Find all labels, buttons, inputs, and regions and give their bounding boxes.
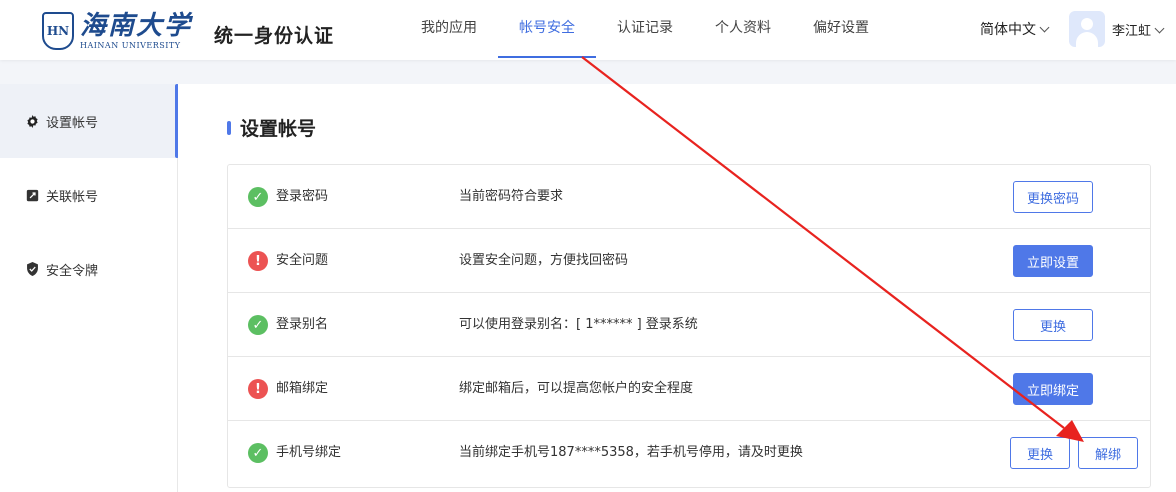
sidebar-item-account-settings[interactable]: 设置帐号 — [0, 84, 179, 158]
change-phone-button[interactable]: 更换 — [1010, 437, 1070, 469]
page-title: 设置帐号 — [227, 114, 316, 141]
language-label: 简体中文 — [980, 22, 1036, 38]
link-icon — [25, 188, 39, 202]
logo-text: 海南大学 HAINAN UNIVERSITY — [80, 11, 192, 51]
university-logo[interactable]: HN 海南大学 HAINAN UNIVERSITY — [42, 10, 192, 52]
list-item-login-alias: ✓ 登录别名 可以使用登录别名：[ 1****** ] 登录系统 更换 — [228, 293, 1150, 357]
nav-tab-profile[interactable]: 个人资料 — [694, 0, 792, 58]
row-label: 安全问题 — [276, 253, 329, 268]
row-description: 绑定邮箱后，可以提高您帐户的安全程度 — [459, 381, 694, 396]
sidebar: 设置帐号 关联帐号 安全令牌 — [0, 84, 179, 492]
row-description: 当前绑定手机号187****5358，若手机号停用，请及时更换 — [459, 445, 803, 460]
row-label: 登录密码 — [276, 189, 329, 204]
sidebar-item-linked-accounts[interactable]: 关联帐号 — [0, 158, 178, 232]
row-description: 设置安全问题，方便找回密码 — [459, 253, 629, 268]
user-menu[interactable]: 李江虹 — [1112, 20, 1165, 39]
sidebar-item-security-token[interactable]: 安全令牌 — [0, 232, 178, 306]
list-item-email-binding: ! 邮箱绑定 绑定邮箱后，可以提高您帐户的安全程度 立即绑定 — [228, 357, 1150, 421]
page-title-text: 设置帐号 — [240, 118, 317, 140]
check-circle-icon: ✓ — [248, 443, 268, 463]
logo-english-name: HAINAN UNIVERSITY — [80, 41, 181, 50]
row-label: 手机号绑定 — [276, 445, 342, 460]
list-item-security-question: ! 安全问题 设置安全问题，方便找回密码 立即设置 — [228, 229, 1150, 293]
nav-tab-preferences[interactable]: 偏好设置 — [792, 0, 890, 58]
logo-chinese-name: 海南大学 — [80, 11, 193, 41]
row-label: 登录别名 — [276, 317, 329, 332]
chevron-down-icon — [1039, 22, 1050, 33]
top-header: HN 海南大学 HAINAN UNIVERSITY 统一身份认证 我的应用 帐号… — [0, 0, 1176, 60]
chevron-down-icon — [1154, 23, 1165, 34]
list-item-login-password: ✓ 登录密码 当前密码符合要求 更换密码 — [228, 165, 1150, 229]
row-description: 可以使用登录别名：[ 1****** ] 登录系统 — [459, 317, 698, 332]
sidebar-item-label: 关联帐号 — [46, 189, 99, 205]
check-circle-icon: ✓ — [248, 315, 268, 335]
unbind-phone-button[interactable]: 解绑 — [1078, 437, 1138, 469]
language-selector[interactable]: 简体中文 — [980, 19, 1050, 39]
row-description: 当前密码符合要求 — [459, 189, 564, 204]
nav-tab-account-security[interactable]: 帐号安全 — [498, 0, 596, 58]
main-content: 设置帐号 ✓ 登录密码 当前密码符合要求 更换密码 ! 安全问题 设置安全问题，… — [178, 84, 1176, 492]
list-item-phone-binding: ✓ 手机号绑定 当前绑定手机号187****5358，若手机号停用，请及时更换 … — [228, 421, 1150, 485]
avatar[interactable] — [1069, 11, 1105, 47]
change-password-button[interactable]: 更换密码 — [1013, 181, 1093, 213]
sidebar-item-label: 安全令牌 — [46, 263, 99, 279]
exclamation-circle-icon: ! — [248, 379, 268, 399]
sidebar-item-label: 设置帐号 — [46, 115, 99, 131]
shield-icon — [25, 262, 39, 276]
nav-tab-my-apps[interactable]: 我的应用 — [400, 0, 498, 58]
user-name: 李江虹 — [1112, 24, 1152, 39]
check-circle-icon: ✓ — [248, 187, 268, 207]
title-accent-bar — [227, 120, 231, 135]
setup-security-question-button[interactable]: 立即设置 — [1013, 245, 1093, 277]
change-alias-button[interactable]: 更换 — [1013, 309, 1093, 341]
main-nav: 我的应用 帐号安全 认证记录 个人资料 偏好设置 — [400, 0, 890, 58]
row-label: 邮箱绑定 — [276, 381, 329, 396]
avatar-head — [1081, 18, 1093, 30]
security-settings-list: ✓ 登录密码 当前密码符合要求 更换密码 ! 安全问题 设置安全问题，方便找回密… — [227, 164, 1151, 488]
exclamation-circle-icon: ! — [248, 251, 268, 271]
gear-icon — [25, 114, 39, 128]
app-title: 统一身份认证 — [214, 25, 335, 47]
avatar-body — [1076, 32, 1098, 47]
bind-email-button[interactable]: 立即绑定 — [1013, 373, 1093, 405]
nav-tab-auth-records[interactable]: 认证记录 — [596, 0, 694, 58]
university-seal-icon: HN — [42, 12, 74, 50]
